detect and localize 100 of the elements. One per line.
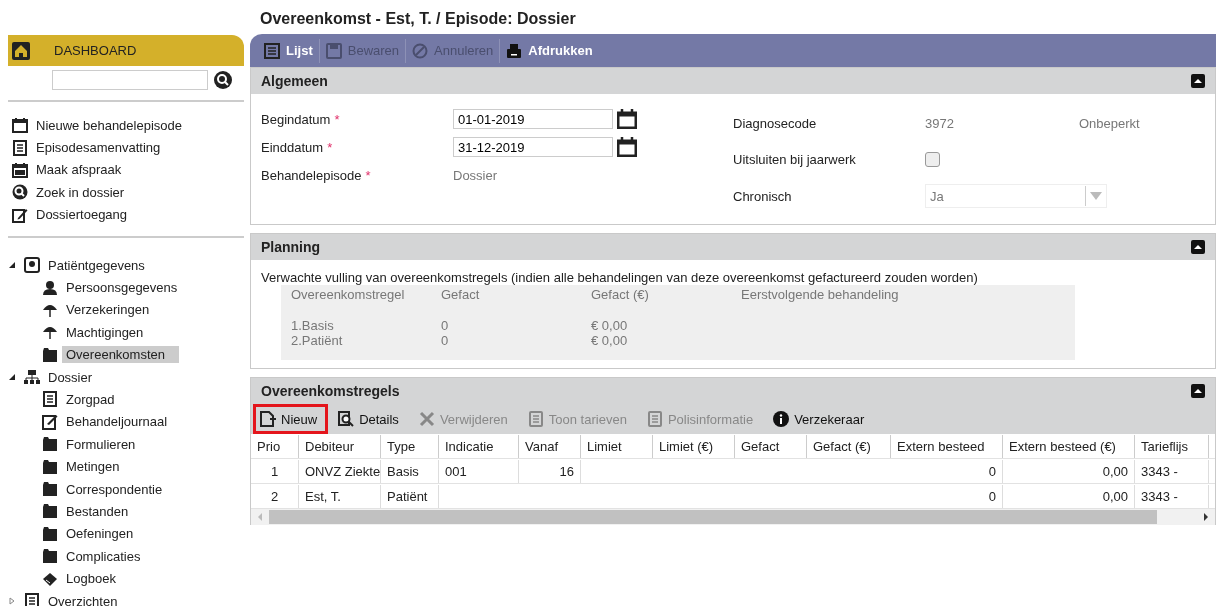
horizontal-scrollbar[interactable] [251,509,1215,525]
tree-item[interactable]: Zorgpad [66,391,119,408]
toolbar-button[interactable]: Afdrukken [500,42,599,59]
field-label: Diagnosecode [733,115,818,131]
dashboard-bar[interactable]: DASHBOARD [8,35,244,66]
tree-item[interactable]: Formulieren [66,435,140,453]
column-header[interactable]: Vanaf [519,434,581,458]
section-title: Algemeen [261,73,328,89]
dashboard-label: DASHBOARD [54,43,137,58]
table-cell: Est, T. [299,484,381,508]
collapse-icon[interactable] [1191,74,1205,88]
calendar-icon[interactable] [617,137,637,157]
sidebar-link[interactable]: Nieuwe behandelepisode [36,116,186,134]
date-field[interactable]: 01-01-2019 [453,109,613,129]
list-icon [12,139,28,156]
column-header: Gefact (€) [591,287,650,302]
collapse-icon[interactable] [1191,384,1205,398]
column-header[interactable]: Extern besteed (€) [1003,434,1135,458]
add-icon [260,411,276,427]
list-icon [42,391,58,408]
tree-group[interactable]: Patiëntgegevens [48,256,149,274]
toolbar-button[interactable]: Lijst [258,42,319,59]
column-header[interactable]: Tarieflijs [1135,434,1209,458]
tree-item[interactable]: Machtigingen [66,323,148,341]
umbrella-icon [42,324,58,341]
toolbar-button[interactable]: Verzekeraar [767,405,875,433]
tree-item[interactable]: Overeenkomsten [62,346,179,364]
folder-icon [42,548,58,565]
tree-item[interactable]: Correspondentie [66,480,167,498]
column-header[interactable]: Limiet [581,434,653,458]
search-icon [338,411,355,427]
calendar-icon[interactable] [617,109,637,129]
table-cell-text: 0 [441,318,450,333]
column-header[interactable]: Gefact (€) [807,434,891,458]
tree-item[interactable]: Persoonsgegevens [66,279,182,297]
document-icon [646,411,663,427]
tree-item[interactable]: Verzekeringen [66,301,154,319]
checkbox[interactable] [925,151,940,167]
tree-group[interactable]: Overzichten [48,592,122,606]
tree-group[interactable]: Dossier [48,368,97,386]
table-cell: 1 [251,459,299,483]
table-cell: 3343 - [1135,484,1209,508]
collapse-icon[interactable] [8,373,16,382]
required-marker: * [365,167,371,183]
folder-icon [42,503,58,520]
tree-item[interactable]: Complicaties [66,547,145,565]
column-header[interactable]: Extern besteed [891,434,1003,458]
folder-icon [42,458,58,475]
edit-icon [42,413,58,430]
table-cell-text: € 0,00 [591,318,629,333]
table-cell: 16 [519,459,581,483]
scroll-right-icon[interactable] [1203,513,1209,521]
table-cell: ONVZ Ziekte [299,459,381,483]
table-cell: 001 [439,459,519,483]
field-label: Chronisch [733,188,793,204]
tree-item[interactable]: Bestanden [66,502,133,520]
save-icon [325,42,342,59]
required-marker: * [327,139,333,155]
tree-item[interactable]: Behandeljournaal [66,413,172,431]
toolbar-button[interactable]: Details [332,405,409,433]
table-cell: 0,00 [1003,459,1135,483]
expand-icon[interactable] [8,597,16,605]
column-header[interactable]: Prio [251,434,299,458]
planning-description: Verwachte vulling van overeenkomstregels (indien alle behandelingen van deze overeenkomst gefactureerd zouden worden) [261,270,979,285]
dropdown[interactable]: Ja [925,184,1107,208]
tree-item[interactable]: Metingen [66,458,124,476]
list-icon [264,42,280,59]
info-icon [773,411,790,427]
sidebar-link[interactable]: Maak afspraak [36,161,126,179]
folder-icon [42,525,58,542]
column-header[interactable]: Debiteur [299,434,381,458]
column-header[interactable]: Type [381,434,439,458]
column-header[interactable]: Indicatie [439,434,519,458]
search-icon[interactable] [214,71,232,89]
cancel-icon [412,42,429,59]
network-icon [24,369,40,386]
section-title: Planning [261,239,321,255]
book-icon [42,570,58,587]
home-icon [12,41,30,60]
sidebar-link[interactable]: Episodesamenvatting [36,139,165,157]
search-field[interactable] [52,70,208,90]
required-marker: * [334,111,340,127]
toolbar-button[interactable]: Nieuw [253,404,329,434]
table-cell: Basis [381,459,439,483]
column-header[interactable]: Gefact [735,434,807,458]
sidebar-link[interactable]: Dossiertoegang [36,206,132,224]
field-label: Einddatum [261,139,324,155]
column-header[interactable]: Limiet (€) [653,434,735,458]
column-header: Gefact [441,287,481,302]
table-cell: 0,00 [1003,484,1135,508]
list-icon [24,593,40,606]
collapse-icon[interactable] [8,261,16,270]
sidebar-link[interactable]: Zoek in dossier [36,183,129,201]
table-cell: Patiënt [381,484,439,508]
collapse-icon[interactable] [1191,240,1205,254]
tree-item[interactable]: Logboek [66,570,120,588]
close-icon [418,411,435,427]
tree-item[interactable]: Oefeningen [66,525,138,543]
date-field[interactable]: 31-12-2019 [453,137,613,157]
folder-icon [42,481,58,498]
